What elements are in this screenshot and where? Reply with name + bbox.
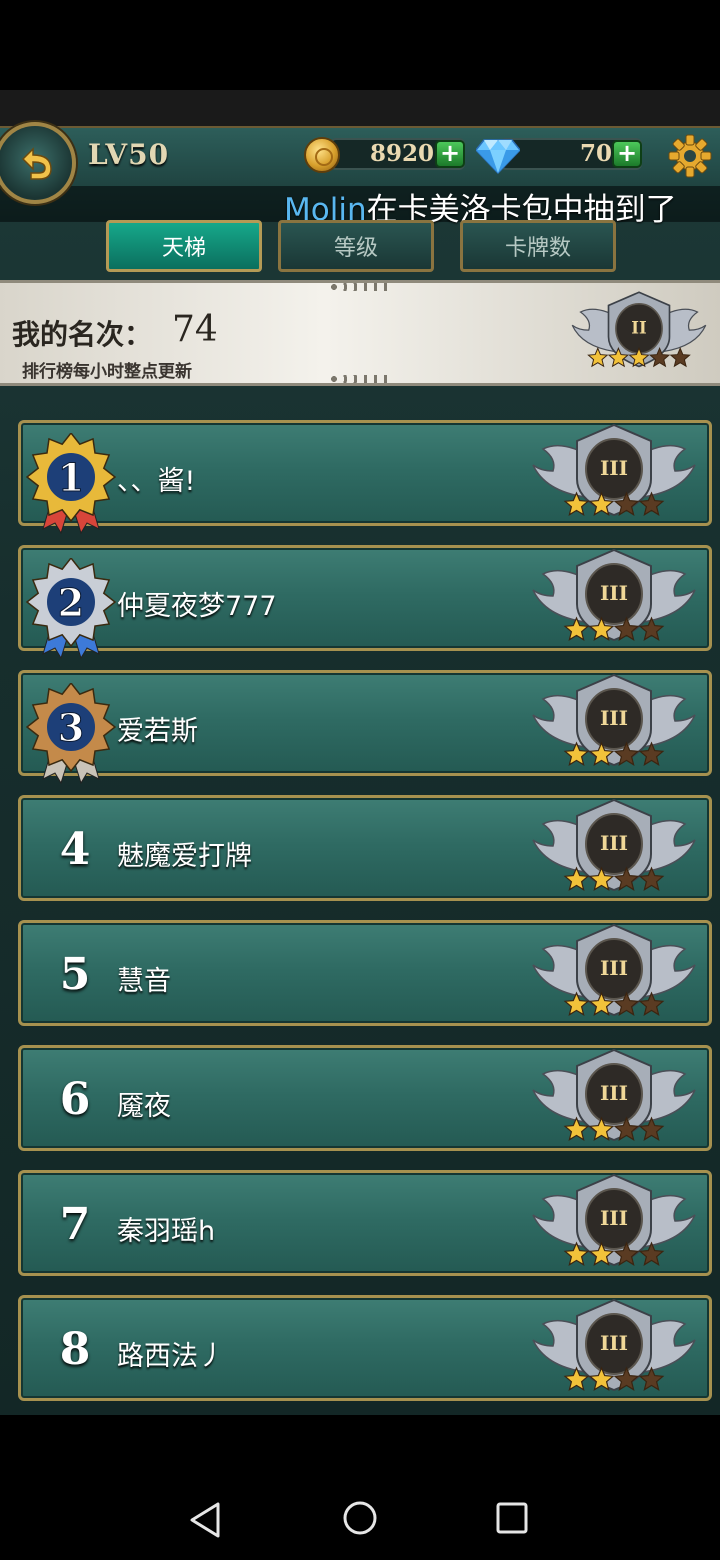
star-empty-icon <box>669 347 691 368</box>
my-rank-panel: 我的名次： 74 排行榜每小时整点更新 II <box>0 280 720 386</box>
badge-tier-numeral: III <box>600 706 628 730</box>
leaderboard-row[interactable]: 1 、、酱! III <box>18 420 712 535</box>
badge-tier-numeral: III <box>600 1331 628 1355</box>
medal-rank-number: 2 <box>58 580 84 625</box>
leaderboard-update-note: 排行榜每小时整点更新 <box>22 362 192 382</box>
gear-icon[interactable] <box>668 134 712 178</box>
tier-badge: III <box>532 673 696 767</box>
my-rank-tier-badge: II <box>571 291 707 368</box>
player-name: 路西法丿 <box>117 1341 225 1372</box>
panel-ornament-top <box>330 283 390 291</box>
rank-number: 8 <box>59 1324 91 1375</box>
rank-medal-icon: 2 <box>25 558 117 660</box>
leaderboard-row[interactable]: 4 魅魔爱打牌 III <box>18 795 712 901</box>
player-name: 秦羽瑶h <box>117 1216 216 1247</box>
diamond-icon <box>476 139 520 174</box>
player-level: LV50 <box>88 138 170 171</box>
tier-badge: III <box>532 1298 696 1392</box>
rank-number: 6 <box>59 1074 91 1125</box>
tier-badge: III <box>532 1048 696 1142</box>
screen: LV50 8920 + 70 + Molin在卡美洛卡包中抽到了 天梯 等级 卡… <box>0 0 720 1560</box>
tab-ladder[interactable]: 天梯 <box>106 220 262 272</box>
gold-coin-icon <box>304 137 340 173</box>
tab-card-count[interactable]: 卡牌数 <box>460 220 616 272</box>
gem-value: 70 <box>580 140 613 167</box>
rank-number: 4 <box>59 824 91 875</box>
leaderboard-row[interactable]: 2 仲夏夜梦777 III <box>18 545 712 660</box>
my-rank-label: 我的名次： <box>12 318 153 351</box>
status-bar-area <box>0 0 720 90</box>
player-name: 仲夏夜梦777 <box>117 591 277 622</box>
tier-badge: III <box>532 423 696 517</box>
player-name: 、、酱! <box>117 466 196 497</box>
tab-level[interactable]: 等级 <box>278 220 434 272</box>
rank-medal-icon: 3 <box>25 683 117 785</box>
badge-tier-numeral: III <box>600 956 628 980</box>
badge-tier-numeral: III <box>600 831 628 855</box>
player-name: 爱若斯 <box>117 716 198 747</box>
add-gold-button[interactable]: + <box>435 140 465 168</box>
badge-tier-numeral: III <box>600 1081 628 1105</box>
medal-rank-number: 3 <box>58 705 84 750</box>
medal-rank-number: 1 <box>58 455 84 500</box>
leaderboard-row[interactable]: 5 慧音 III <box>18 920 712 1026</box>
gold-value: 8920 <box>370 140 435 167</box>
badge-tier-numeral: III <box>600 581 628 605</box>
star-filled-icon <box>587 347 609 368</box>
panel-ornament-bottom <box>330 375 390 383</box>
rank-medal-icon: 1 <box>25 433 117 535</box>
my-rank-value: 74 <box>172 309 218 350</box>
nav-home-icon[interactable] <box>340 1498 380 1538</box>
back-arrow-icon <box>21 147 52 180</box>
leaderboard-row[interactable]: 3 爱若斯 III <box>18 670 712 785</box>
nav-back-icon[interactable] <box>186 1500 226 1540</box>
tier-badge: III <box>532 1173 696 1267</box>
rank-number: 7 <box>59 1199 91 1250</box>
player-name: 慧音 <box>117 966 171 997</box>
player-name: 魅魔爱打牌 <box>117 841 252 872</box>
badge-tier-numeral: II <box>631 318 646 337</box>
top-strip <box>0 90 720 126</box>
player-name: 魇夜 <box>117 1091 171 1122</box>
android-nav-bar <box>0 1415 720 1560</box>
leaderboard-row[interactable]: 6 魇夜 III <box>18 1045 712 1151</box>
tier-badge: III <box>532 548 696 642</box>
add-gems-button[interactable]: + <box>612 140 642 168</box>
tier-badge: III <box>532 798 696 892</box>
tier-badge: III <box>532 923 696 1017</box>
leaderboard-row[interactable]: 8 路西法丿 III <box>18 1295 712 1401</box>
rank-number: 5 <box>59 949 91 1000</box>
nav-recents-icon[interactable] <box>494 1500 530 1536</box>
badge-tier-numeral: III <box>600 456 628 480</box>
badge-tier-numeral: III <box>600 1206 628 1230</box>
leaderboard-row[interactable]: 7 秦羽瑶h III <box>18 1170 712 1276</box>
